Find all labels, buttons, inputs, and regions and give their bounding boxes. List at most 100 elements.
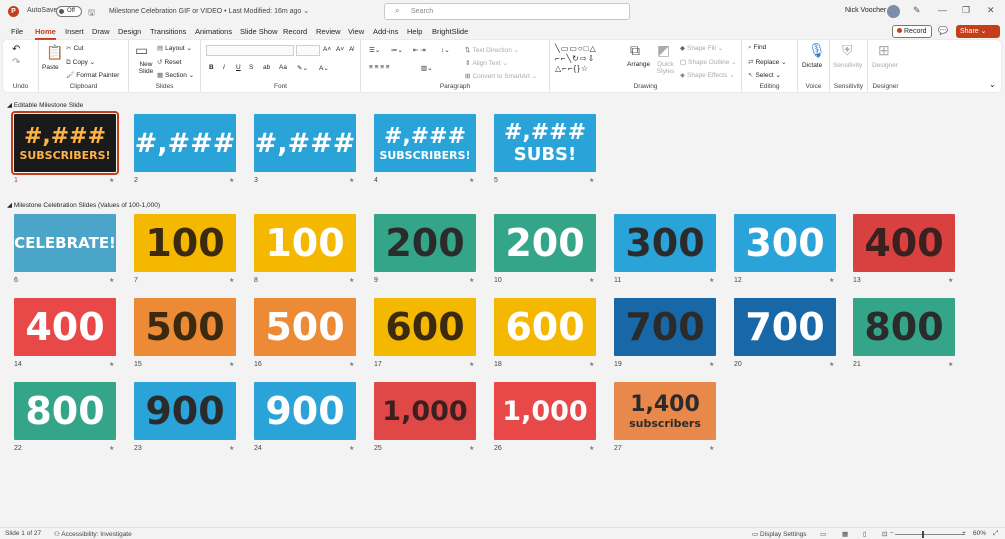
- font-size-box[interactable]: [296, 45, 320, 56]
- transition-star-icon[interactable]: ★: [469, 277, 474, 284]
- format-painter-button[interactable]: 🖌 Format Painter: [66, 71, 119, 79]
- indent-icons[interactable]: ⇤ ⇥: [413, 46, 426, 54]
- transition-star-icon[interactable]: ★: [229, 177, 234, 184]
- transition-star-icon[interactable]: ★: [229, 361, 234, 368]
- tab-add-ins[interactable]: Add-ins: [373, 27, 398, 36]
- slide-thumbnail[interactable]: 1,400 subscribers: [614, 382, 716, 440]
- slide-thumbnail[interactable]: CELEBRATE!: [14, 214, 116, 272]
- tab-file[interactable]: File: [11, 27, 23, 36]
- redo-icon[interactable]: ↷: [12, 57, 20, 68]
- slide-thumbnail[interactable]: 800: [853, 298, 955, 356]
- transition-star-icon[interactable]: ★: [829, 277, 834, 284]
- quick-styles-icon[interactable]: ◩: [657, 42, 670, 59]
- microphone-icon[interactable]: 🎙: [808, 42, 826, 59]
- italic-button[interactable]: I: [223, 64, 225, 71]
- share-button[interactable]: Share ⌄: [956, 25, 1000, 38]
- layout-button[interactable]: ▤ Layout ⌄: [157, 44, 192, 52]
- replace-button[interactable]: ⇄ Replace ⌄: [748, 58, 787, 66]
- slide-thumbnail[interactable]: 300: [614, 214, 716, 272]
- transition-star-icon[interactable]: ★: [349, 277, 354, 284]
- slide-thumbnail[interactable]: #,### SUBS!: [494, 114, 596, 172]
- transition-star-icon[interactable]: ★: [709, 445, 714, 452]
- slide-thumbnail[interactable]: 1,000: [494, 382, 596, 440]
- slide-thumbnail[interactable]: 200: [374, 214, 476, 272]
- font-name-box[interactable]: [206, 45, 294, 56]
- sensitivity-icon[interactable]: ⛨: [842, 42, 853, 59]
- transition-star-icon[interactable]: ★: [469, 445, 474, 452]
- minimize-icon[interactable]: —: [938, 5, 947, 15]
- char-spacing-icon[interactable]: ab: [263, 64, 270, 71]
- tab-draw[interactable]: Draw: [92, 27, 110, 36]
- slide-thumbnail[interactable]: 100: [254, 214, 356, 272]
- transition-star-icon[interactable]: ★: [229, 445, 234, 452]
- slide-thumbnail[interactable]: 700: [614, 298, 716, 356]
- slideshow-icon[interactable]: ⊡: [882, 530, 887, 538]
- slide-thumbnail[interactable]: #,###: [254, 114, 356, 172]
- designer-icon[interactable]: ⊞: [878, 42, 890, 59]
- tab-record[interactable]: Record: [283, 27, 307, 36]
- slide-thumbnail[interactable]: 1,000: [374, 382, 476, 440]
- save-icon[interactable]: 🖫: [88, 7, 95, 21]
- paste-icon[interactable]: 📋: [46, 44, 63, 61]
- cut-button[interactable]: ✂ Cut: [66, 44, 84, 52]
- transition-star-icon[interactable]: ★: [349, 177, 354, 184]
- transition-star-icon[interactable]: ★: [948, 277, 953, 284]
- tab-brightslide[interactable]: BrightSlide: [432, 27, 468, 36]
- transition-star-icon[interactable]: ★: [829, 361, 834, 368]
- transition-star-icon[interactable]: ★: [589, 445, 594, 452]
- avatar[interactable]: [887, 5, 900, 18]
- zoom-in-icon[interactable]: +: [962, 530, 966, 537]
- tab-help[interactable]: Help: [407, 27, 422, 36]
- slide-thumbnail[interactable]: 100: [134, 214, 236, 272]
- transition-star-icon[interactable]: ★: [589, 177, 594, 184]
- numbering-icon[interactable]: ≔⌄: [391, 46, 403, 54]
- restore-icon[interactable]: ❐: [962, 5, 970, 16]
- shape-outline-button[interactable]: ▢ Shape Outline ⌄: [680, 58, 737, 66]
- slide-thumbnail[interactable]: 600: [374, 298, 476, 356]
- slide-thumbnail[interactable]: #,### SUBSCRIBERS!: [374, 114, 476, 172]
- select-button[interactable]: ↖ Select ⌄: [748, 71, 781, 79]
- strikethrough-button[interactable]: S: [249, 64, 253, 71]
- quick-styles-button[interactable]: Quick Styles: [653, 61, 678, 75]
- section-button[interactable]: ▦ Section ⌄: [157, 71, 194, 79]
- undo-icon[interactable]: ↶: [12, 44, 20, 55]
- slide-thumbnail[interactable]: 900: [254, 382, 356, 440]
- shrink-font-icon[interactable]: A˅: [336, 46, 344, 53]
- display-settings-button[interactable]: ▭ Display Settings: [752, 530, 807, 538]
- reading-view-icon[interactable]: ▯: [863, 530, 867, 538]
- convert-smartart-button[interactable]: ⊞ Convert to SmartArt ⌄: [465, 72, 537, 80]
- new-slide-icon[interactable]: ▭: [135, 42, 148, 59]
- fit-to-window-icon[interactable]: ⤢: [993, 530, 998, 538]
- align-icons[interactable]: ≡ ≡ ≡ ≡: [369, 64, 390, 71]
- clear-format-icon[interactable]: A̸: [349, 46, 353, 53]
- slide-thumbnail[interactable]: 500: [134, 298, 236, 356]
- slide-thumbnail[interactable]: 800: [14, 382, 116, 440]
- transition-star-icon[interactable]: ★: [109, 177, 114, 184]
- slide-thumbnail[interactable]: #,### SUBSCRIBERS!: [11, 111, 119, 175]
- transition-star-icon[interactable]: ★: [948, 361, 953, 368]
- designer-button[interactable]: Designer: [872, 62, 898, 69]
- accessibility-status[interactable]: ⚇ Accessibility: Investigate: [54, 530, 132, 538]
- transition-star-icon[interactable]: ★: [469, 361, 474, 368]
- columns-icon[interactable]: ▥⌄: [421, 64, 433, 72]
- align-text-button[interactable]: ⇕ Align Text ⌄: [465, 59, 508, 67]
- zoom-level[interactable]: 60%: [973, 530, 986, 537]
- slide-thumbnail[interactable]: 200: [494, 214, 596, 272]
- search-box[interactable]: ⌕ Search: [384, 3, 630, 20]
- transition-star-icon[interactable]: ★: [709, 277, 714, 284]
- copy-button[interactable]: ⧉ Copy ⌄: [66, 58, 95, 67]
- slide-thumbnail[interactable]: 700: [734, 298, 836, 356]
- tab-slide-show[interactable]: Slide Show: [240, 27, 278, 36]
- shapes-gallery[interactable]: ╲▭▭○□△ ⌐⌐╲↻⇨⇩ △⌐⌐{}☆: [555, 44, 617, 74]
- transition-star-icon[interactable]: ★: [349, 445, 354, 452]
- underline-button[interactable]: U: [236, 64, 241, 71]
- change-case-icon[interactable]: Aa: [279, 64, 287, 71]
- bullets-icon[interactable]: ☰⌄: [369, 46, 380, 54]
- document-title[interactable]: Milestone Celebration GIF or VIDEO • Las…: [109, 7, 309, 15]
- reset-button[interactable]: ↺ Reset: [157, 58, 181, 66]
- shape-fill-button[interactable]: ◆ Shape Fill ⌄: [680, 44, 723, 52]
- text-direction-button[interactable]: ⇅ Text Direction ⌄: [465, 46, 519, 54]
- new-slide-button[interactable]: New Slide: [135, 61, 157, 75]
- zoom-out-icon[interactable]: −: [890, 530, 894, 537]
- slide-sorter-icon[interactable]: ▦: [842, 530, 848, 538]
